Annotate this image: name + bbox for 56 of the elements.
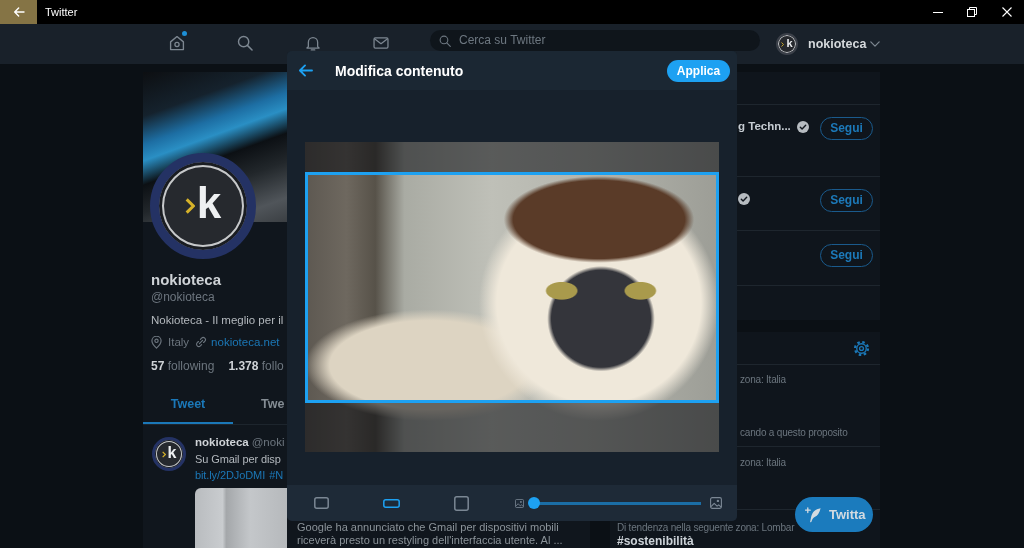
wide-rectangle-icon[interactable]: [382, 498, 400, 508]
close-icon[interactable]: [1001, 7, 1012, 17]
trend-name[interactable]: #sostenibilità: [617, 535, 694, 548]
image-icon: [710, 497, 722, 509]
logo-chevron-icon: [161, 450, 166, 458]
trend-detail: cando a questo proposito: [740, 426, 848, 440]
window-title: Twitter: [45, 5, 78, 19]
trend-context: zona: Italia: [740, 373, 786, 387]
profile-tab[interactable]: Twe: [233, 385, 285, 424]
website-link[interactable]: nokioteca.net: [211, 335, 280, 349]
logo-letter: k: [786, 38, 793, 49]
profile-location: Italy: [168, 335, 190, 349]
account-name: g Techn...: [738, 119, 791, 133]
logo-letter: k: [167, 445, 177, 461]
trend-context: zona: Italia: [740, 456, 786, 470]
location-pin-icon: [151, 335, 162, 349]
logo-chevron-icon: [781, 41, 785, 47]
tweet-author: nokioteca: [195, 435, 249, 449]
link-icon: [195, 336, 208, 348]
photo-placeholder[interactable]: [305, 142, 719, 452]
profile-tab[interactable]: Tweet: [143, 385, 233, 424]
profile-bio: Nokioteca - Il meglio per il: [151, 313, 284, 327]
back-button[interactable]: [0, 0, 37, 24]
account-name[interactable]: nokioteca: [808, 36, 867, 52]
profile-stat[interactable]: 57 following: [151, 359, 215, 373]
trend-context: Di tendenza nella seguente zona: Lombar: [617, 521, 795, 535]
home-icon[interactable]: [169, 35, 185, 51]
square-icon[interactable]: [453, 495, 469, 511]
minimize-icon[interactable]: [932, 11, 943, 13]
caret-icon[interactable]: [870, 41, 881, 47]
logo-chevron-icon: [184, 197, 195, 215]
tweet-link[interactable]: #N: [269, 468, 283, 482]
profile-stat[interactable]: 1.378 follo: [228, 359, 284, 373]
tweet-text: Su Gmail per disp: [195, 452, 281, 466]
search-icon: [439, 34, 451, 47]
mail-icon[interactable]: [373, 35, 389, 51]
back-arrow-icon[interactable]: [298, 64, 313, 77]
slider-thumb[interactable]: [528, 497, 540, 509]
search-icon[interactable]: [237, 35, 253, 51]
logo-letter: k: [196, 181, 222, 225]
tweet-handle: @noki: [251, 435, 285, 449]
image-icon: [515, 498, 524, 508]
search-field[interactable]: Cerca su Twitter: [430, 30, 760, 51]
link-card-description: Google ha annunciato che Gmail per dispositivi mobili riceverà presto un restyling dell'interfaccia utente. Al ...: [297, 521, 564, 547]
profile-name: nokioteca: [151, 271, 222, 289]
apply-button[interactable]: Applica: [667, 59, 730, 82]
feather-plus-icon: [805, 506, 821, 523]
bell-icon[interactable]: [305, 35, 321, 51]
tweet-button[interactable]: Twitta: [795, 497, 873, 532]
restore-icon[interactable]: [967, 7, 978, 17]
rectangle-icon[interactable]: [313, 497, 329, 509]
profile-handle: @nokioteca: [151, 290, 215, 304]
back-arrow-icon: [12, 7, 25, 17]
dialog-title: Modifica contenuto: [335, 61, 464, 80]
settings-icon[interactable]: [853, 339, 870, 357]
tweet-link[interactable]: bit.ly/2DJoDMI: [195, 468, 266, 482]
